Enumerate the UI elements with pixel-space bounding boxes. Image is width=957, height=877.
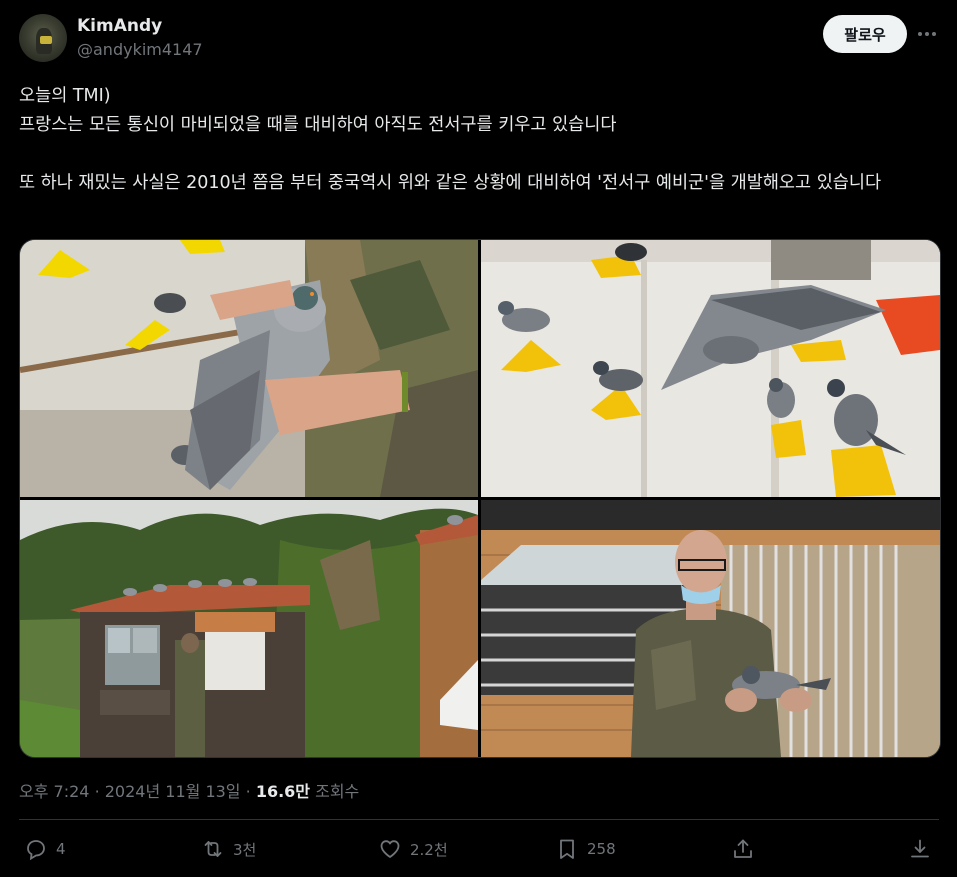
retweet-button[interactable]: 3천 [201, 836, 256, 862]
divider [19, 819, 939, 820]
reply-icon [27, 840, 45, 861]
share-button[interactable] [731, 836, 755, 862]
follow-button[interactable]: 팔로우 [823, 15, 907, 53]
meta-separator: · [245, 782, 251, 801]
tweet-meta: 오후 7:24 · 2024년 11월 13일 · 16.6만 조회수 [19, 778, 359, 802]
share-icon [734, 839, 752, 858]
retweet-icon [204, 841, 222, 857]
like-count: 2.2천 [410, 840, 448, 859]
author-handle[interactable]: @andykim4147 [77, 40, 203, 59]
views-count: 16.6만 [255, 782, 311, 801]
tweet-time[interactable]: 오후 7:24 [19, 782, 89, 801]
more-horizontal-icon[interactable] [915, 22, 939, 46]
avatar[interactable] [19, 14, 67, 62]
tweet-text: 오늘의 TMI) 프랑스는 모든 통신이 마비되었을 때를 대비하여 아직도 전… [19, 86, 882, 193]
heart-icon [380, 840, 400, 858]
views-label: 조회수 [315, 782, 360, 801]
download-icon [911, 839, 929, 858]
photo-pigeons-on-perches[interactable] [481, 240, 940, 497]
bookmark-count: 258 [587, 840, 616, 858]
download-button[interactable] [908, 836, 932, 862]
avatar-accent [40, 36, 52, 44]
like-button[interactable]: 2.2천 [378, 836, 448, 862]
author-name[interactable]: KimAndy [77, 16, 162, 36]
media-grid [19, 239, 941, 758]
photo-pigeon-loft-hill[interactable] [20, 500, 478, 757]
meta-separator: · [94, 782, 100, 801]
reply-count: 4 [56, 840, 66, 858]
tweet-date[interactable]: 2024년 11월 13일 [105, 782, 241, 801]
bookmark-button[interactable]: 258 [555, 836, 616, 862]
photo-soldier-with-pigeon[interactable] [481, 500, 940, 757]
retweet-count: 3천 [233, 840, 257, 859]
reply-button[interactable]: 4 [24, 836, 66, 862]
bookmark-icon [560, 839, 574, 859]
photo-hand-holding-pigeon[interactable] [20, 240, 478, 497]
tweet-header: KimAndy @andykim4147 팔로우 [0, 0, 957, 70]
